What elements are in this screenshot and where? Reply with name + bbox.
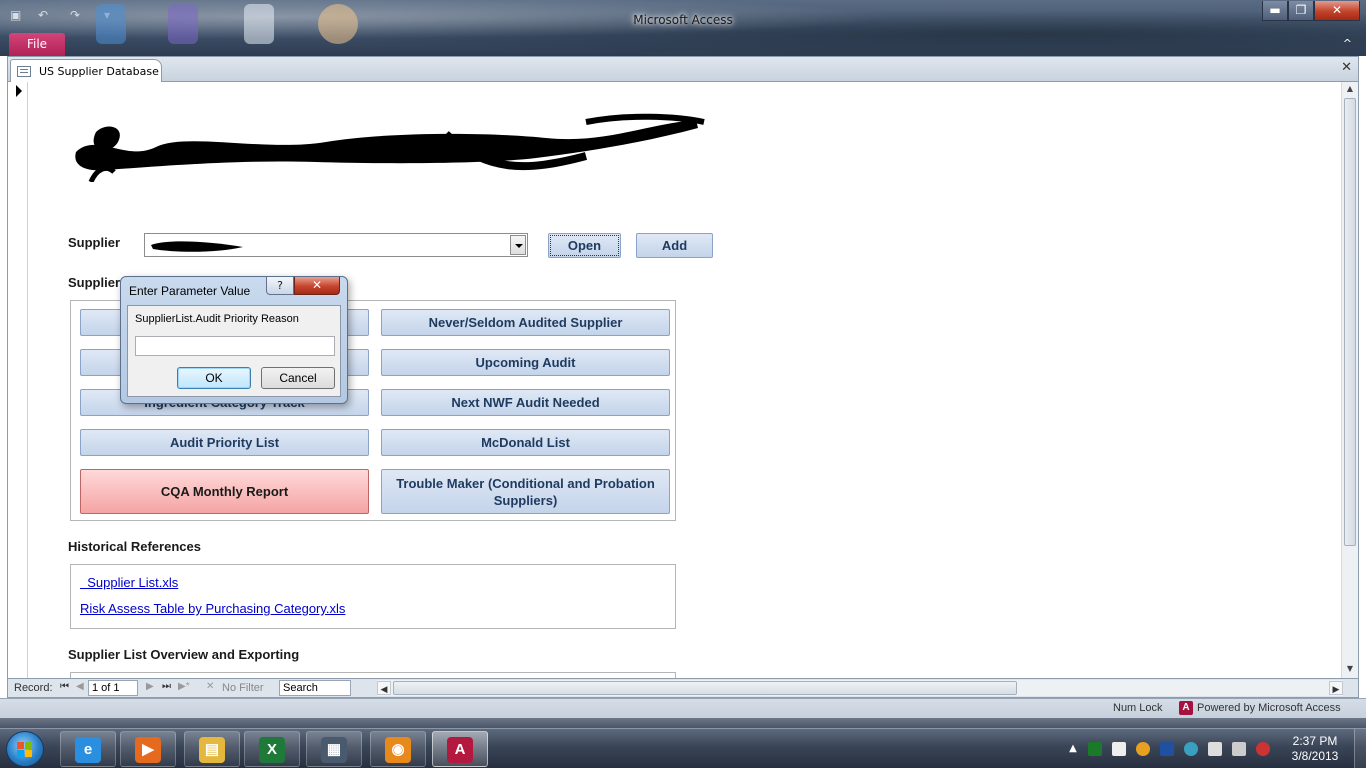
desktop-strip [0,718,1366,728]
close-button[interactable]: ✕ [1314,1,1360,21]
tray-app-icon[interactable] [1184,742,1198,756]
filter-icon[interactable]: ✕ [206,681,214,692]
previous-record-icon[interactable]: ◀ [76,681,84,692]
file-tab[interactable]: File [9,33,65,56]
clock-date: 3/8/2013 [1291,749,1339,763]
historical-references-heading: Historical References [68,539,201,554]
window-controls: ▬ ❐ ✕ [1262,1,1360,21]
ribbon-toggle-icon[interactable]: ^ [1343,37,1352,50]
taskbar-button-windows-explorer[interactable]: ▤ [184,731,240,767]
microsoft-access-icon: A [447,737,473,763]
internet-explorer-icon: e [75,737,101,763]
horizontal-scrollbar[interactable]: ◀ ▶ [377,680,1343,696]
clock[interactable]: 2:37 PM 3/8/2013 [1284,734,1346,764]
lotus-notes-icon: ◉ [385,737,411,763]
redacted-title [75,113,705,182]
form-icon [17,66,31,77]
windows-explorer-icon: ▤ [199,737,225,763]
supplier-section-label: Supplier [68,275,121,290]
supplier-label: Supplier [68,235,121,250]
cqa-monthly-report-button[interactable]: CQA Monthly Report [80,469,369,514]
document-close-icon[interactable]: ✕ [1341,60,1352,75]
next-nwf-audit-button[interactable]: Next NWF Audit Needed [381,389,670,416]
enter-parameter-dialog: Enter Parameter Value ? ✕ SupplierList.A… [120,276,348,404]
document-tab-strip: US Supplier Database ✕ [7,56,1359,83]
record-navigation-bar: Record: ⏮ ◀ 1 of 1 ▶ ⏭ ▶* ✕ No Filter Se… [7,678,1359,698]
restore-button[interactable]: ❐ [1288,1,1314,21]
no-filter-label[interactable]: No Filter [222,682,264,694]
audit-priority-list-button[interactable]: Audit Priority List [80,429,369,456]
dialog-body: SupplierList.Audit Priority Reason OK Ca… [127,305,341,397]
mcdonald-list-button[interactable]: McDonald List [381,429,670,456]
window-title: Microsoft Access [633,13,733,27]
horizontal-scroll-thumb[interactable] [393,681,1017,695]
scroll-right-icon[interactable]: ▶ [1329,681,1343,695]
help-icon[interactable]: ? [266,277,294,295]
powered-by-label: Powered by Microsoft Access [1197,702,1341,714]
document-tab-label: US Supplier Database [39,65,159,78]
supplier-combobox[interactable] [144,233,528,257]
volume-muted-icon[interactable] [1256,742,1270,756]
risk-assess-table-link[interactable]: Risk Assess Table by Purchasing Category… [80,601,345,616]
taskbar: e ▶ ▤ X ▦ ◉ A ▲ 2:37 PM 3/8/2013 [0,728,1366,768]
search-box[interactable]: Search [279,680,351,696]
next-record-icon[interactable]: ▶ [146,681,154,692]
current-record-field[interactable]: 1 of 1 [88,680,138,696]
vertical-scrollbar[interactable]: ▲ ▼ [1341,82,1358,678]
last-record-icon[interactable]: ⏭ [162,681,171,692]
add-button[interactable]: Add [636,233,713,258]
historical-group [70,564,676,629]
access-logo-icon: A [1179,701,1193,715]
never-seldom-audited-button[interactable]: Never/Seldom Audited Supplier [381,309,670,336]
chevron-down-icon[interactable] [510,235,526,255]
antivirus-icon[interactable] [1160,742,1174,756]
trouble-maker-button[interactable]: Trouble Maker (Conditional and Probation… [381,469,670,514]
parameter-input[interactable] [135,336,335,356]
taskbar-button-remote-desktop[interactable]: ▦ [306,731,362,767]
scroll-down-icon[interactable]: ▼ [1344,664,1356,676]
first-record-icon[interactable]: ⏮ [60,681,69,692]
taskbar-button-microsoft-access[interactable]: A [432,731,488,767]
overview-heading: Supplier List Overview and Exporting [68,647,300,662]
tray-app-icon[interactable] [1136,742,1150,756]
clock-time: 2:37 PM [1292,734,1338,748]
cancel-button[interactable]: Cancel [261,367,335,389]
dialog-title: Enter Parameter Value [129,284,251,298]
upcoming-audit-button[interactable]: Upcoming Audit [381,349,670,376]
taskbar-button-internet-explorer[interactable]: e [60,731,116,767]
document-tab[interactable]: US Supplier Database [10,59,162,83]
show-desktop-button[interactable] [1354,729,1366,768]
new-record-icon[interactable]: ▶* [178,681,190,692]
taskbar-button-lotus-notes[interactable]: ◉ [370,731,426,767]
device-icon[interactable] [1208,742,1222,756]
parameter-prompt: SupplierList.Audit Priority Reason [135,313,299,325]
title-bar: ▣ ↶ ↷ ▾ Microsoft Access ▬ ❐ ✕ File ^ [0,0,1366,56]
taskbar-button-windows-media-player[interactable]: ▶ [120,731,176,767]
record-selector[interactable] [8,82,28,678]
minimize-button[interactable]: ▬ [1262,1,1288,21]
network-icon[interactable] [1232,742,1246,756]
tray-app-icon[interactable] [1088,742,1102,756]
windows-media-player-icon: ▶ [135,737,161,763]
scroll-up-icon[interactable]: ▲ [1344,84,1356,96]
taskbar-button-microsoft-excel[interactable]: X [244,731,300,767]
ok-button[interactable]: OK [177,367,251,389]
status-bar: Num Lock A Powered by Microsoft Access [0,698,1366,718]
remote-desktop-icon: ▦ [321,737,347,763]
redacted-supplier-value [151,241,243,252]
action-center-flag-icon[interactable] [1112,742,1126,756]
num-lock-indicator: Num Lock [1113,702,1163,714]
windows-logo-icon [17,742,33,758]
scroll-thumb[interactable] [1344,98,1356,546]
dialog-close-icon[interactable]: ✕ [294,277,340,295]
tray-arrow-icon[interactable]: ▲ [1066,742,1080,756]
record-label: Record: [14,682,53,694]
current-record-icon [16,85,22,97]
scroll-left-icon[interactable]: ◀ [377,681,391,695]
microsoft-excel-icon: X [259,737,285,763]
start-button[interactable] [6,731,44,767]
open-button[interactable]: Open [548,233,621,258]
supplier-list-link[interactable]: Supplier List.xls [80,575,178,590]
